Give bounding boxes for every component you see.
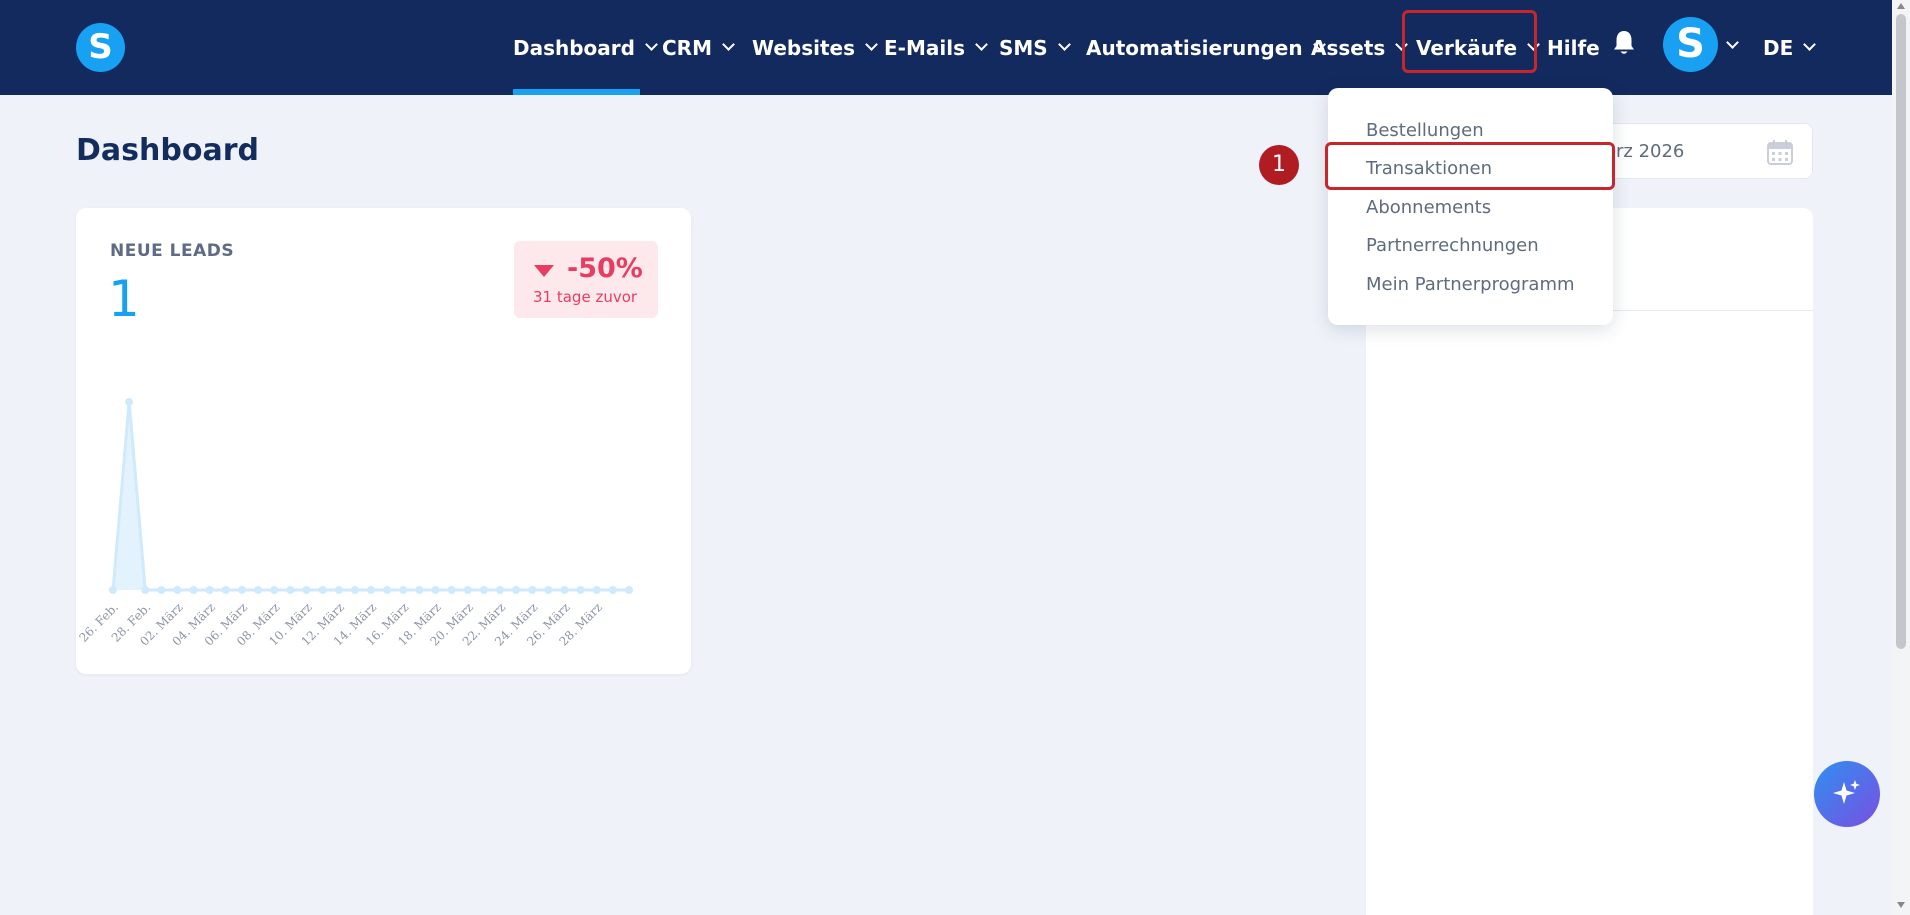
app-logo[interactable]: S (76, 23, 125, 72)
chart-point[interactable] (576, 586, 585, 594)
menu-item-partnerrechnungen[interactable]: Partnerrechnungen (1366, 235, 1539, 256)
scroll-thumb[interactable] (1896, 14, 1906, 649)
chart-point[interactable] (286, 586, 295, 594)
chart-point[interactable] (270, 586, 279, 594)
page-scrollbar[interactable] (1892, 0, 1910, 915)
leads-chart: 26. Feb.28. Feb.02. März04. März06. März… (76, 398, 633, 649)
chevron-down-icon (1057, 38, 1071, 51)
chart-point[interactable] (221, 586, 230, 594)
chart-point[interactable] (512, 586, 521, 594)
chart-point[interactable] (318, 586, 327, 594)
transaktionen-highlight-box (1325, 142, 1615, 190)
calendar-icon (1767, 140, 1793, 165)
nav-label: CRM (662, 35, 712, 60)
nav-label: Websites (752, 35, 856, 60)
nav-label: Automatisierungen (1086, 35, 1303, 60)
chart-point[interactable] (173, 586, 182, 594)
chart-point[interactable] (189, 586, 198, 594)
nav-label: SMS (999, 35, 1048, 60)
menu-item-mein-partnerprogramm[interactable]: Mein Partnerprogramm (1366, 274, 1575, 295)
language-switcher[interactable]: DE (1763, 0, 1817, 95)
nav-item-automatisierungen[interactable]: Automatisierungen (1086, 0, 1326, 95)
chart-point[interactable] (157, 586, 166, 594)
chevron-down-icon (722, 38, 735, 51)
step-marker: 1 (1259, 145, 1299, 185)
leads-series-line (111, 401, 629, 592)
chart-point[interactable] (399, 586, 408, 594)
user-avatar[interactable]: S (1663, 17, 1718, 72)
chart-point[interactable] (238, 586, 246, 594)
chart-point[interactable] (109, 586, 117, 594)
chart-point[interactable] (479, 586, 488, 594)
bell-icon[interactable] (1612, 30, 1636, 56)
chevron-down-icon[interactable] (1726, 36, 1739, 49)
nav-label: Dashboard (513, 35, 635, 60)
page-title: Dashboard (76, 133, 259, 168)
nav-label: Hilfe (1547, 35, 1600, 60)
chart-point[interactable] (528, 586, 537, 594)
chart-point[interactable] (625, 586, 633, 594)
date-range-text: rz 2026 (1616, 141, 1685, 162)
chevron-down-icon (1803, 38, 1817, 51)
top-navigation-bar: S Dashboard CRM Websites E-Mails SMS Aut… (0, 0, 1910, 95)
chart-point[interactable] (383, 586, 392, 594)
chart-point[interactable] (367, 586, 375, 594)
nav-item-dashboard[interactable]: Dashboard (513, 0, 658, 95)
chart-point[interactable] (560, 586, 569, 594)
nav-item-crm[interactable]: CRM (662, 0, 735, 95)
chart-point[interactable] (415, 586, 424, 594)
sparkle-icon (1833, 780, 1860, 804)
active-nav-indicator (513, 89, 640, 95)
scroll-down-arrow-icon[interactable] (1897, 902, 1905, 908)
nav-item-websites[interactable]: Websites (752, 0, 878, 95)
new-leads-card: NEUE LEADS 1 -50% 31 tage zuvor 26. Feb.… (76, 208, 691, 674)
chart-point[interactable] (592, 586, 601, 594)
sales-dropdown-menu: Bestellungen Transaktionen Abonnements P… (1328, 88, 1613, 325)
language-label: DE (1763, 35, 1794, 60)
chevron-down-icon (645, 38, 658, 51)
chart-point[interactable] (350, 586, 359, 594)
menu-item-bestellungen[interactable]: Bestellungen (1366, 120, 1484, 141)
chart-point[interactable] (334, 586, 343, 594)
chart-point[interactable] (254, 586, 263, 594)
chevron-down-icon (865, 38, 878, 51)
chart-point[interactable] (205, 586, 214, 594)
nav-item-emails[interactable]: E-Mails (884, 0, 988, 95)
chart-point[interactable] (608, 586, 617, 594)
chart-point[interactable] (141, 586, 150, 594)
nav-item-assets[interactable]: Assets (1311, 0, 1409, 95)
nav-label: Assets (1311, 35, 1386, 60)
scroll-up-arrow-icon[interactable] (1897, 3, 1905, 9)
ai-assistant-button[interactable] (1814, 761, 1880, 827)
chart-point[interactable] (544, 586, 553, 594)
chart-point[interactable] (463, 586, 472, 594)
chart-point[interactable] (447, 586, 456, 594)
nav-label: E-Mails (884, 35, 965, 60)
chart-point[interactable] (302, 586, 311, 594)
nav-item-hilfe[interactable]: Hilfe (1547, 0, 1600, 95)
nav-item-sms[interactable]: SMS (999, 0, 1071, 95)
chevron-down-icon (975, 38, 988, 51)
leads-area-fill (113, 402, 629, 590)
chart-point[interactable] (431, 586, 440, 594)
chart-point[interactable] (125, 398, 134, 406)
verkaeufe-highlight-box (1402, 10, 1537, 73)
chart-point[interactable] (496, 586, 504, 594)
menu-item-abonnements[interactable]: Abonnements (1366, 197, 1491, 218)
